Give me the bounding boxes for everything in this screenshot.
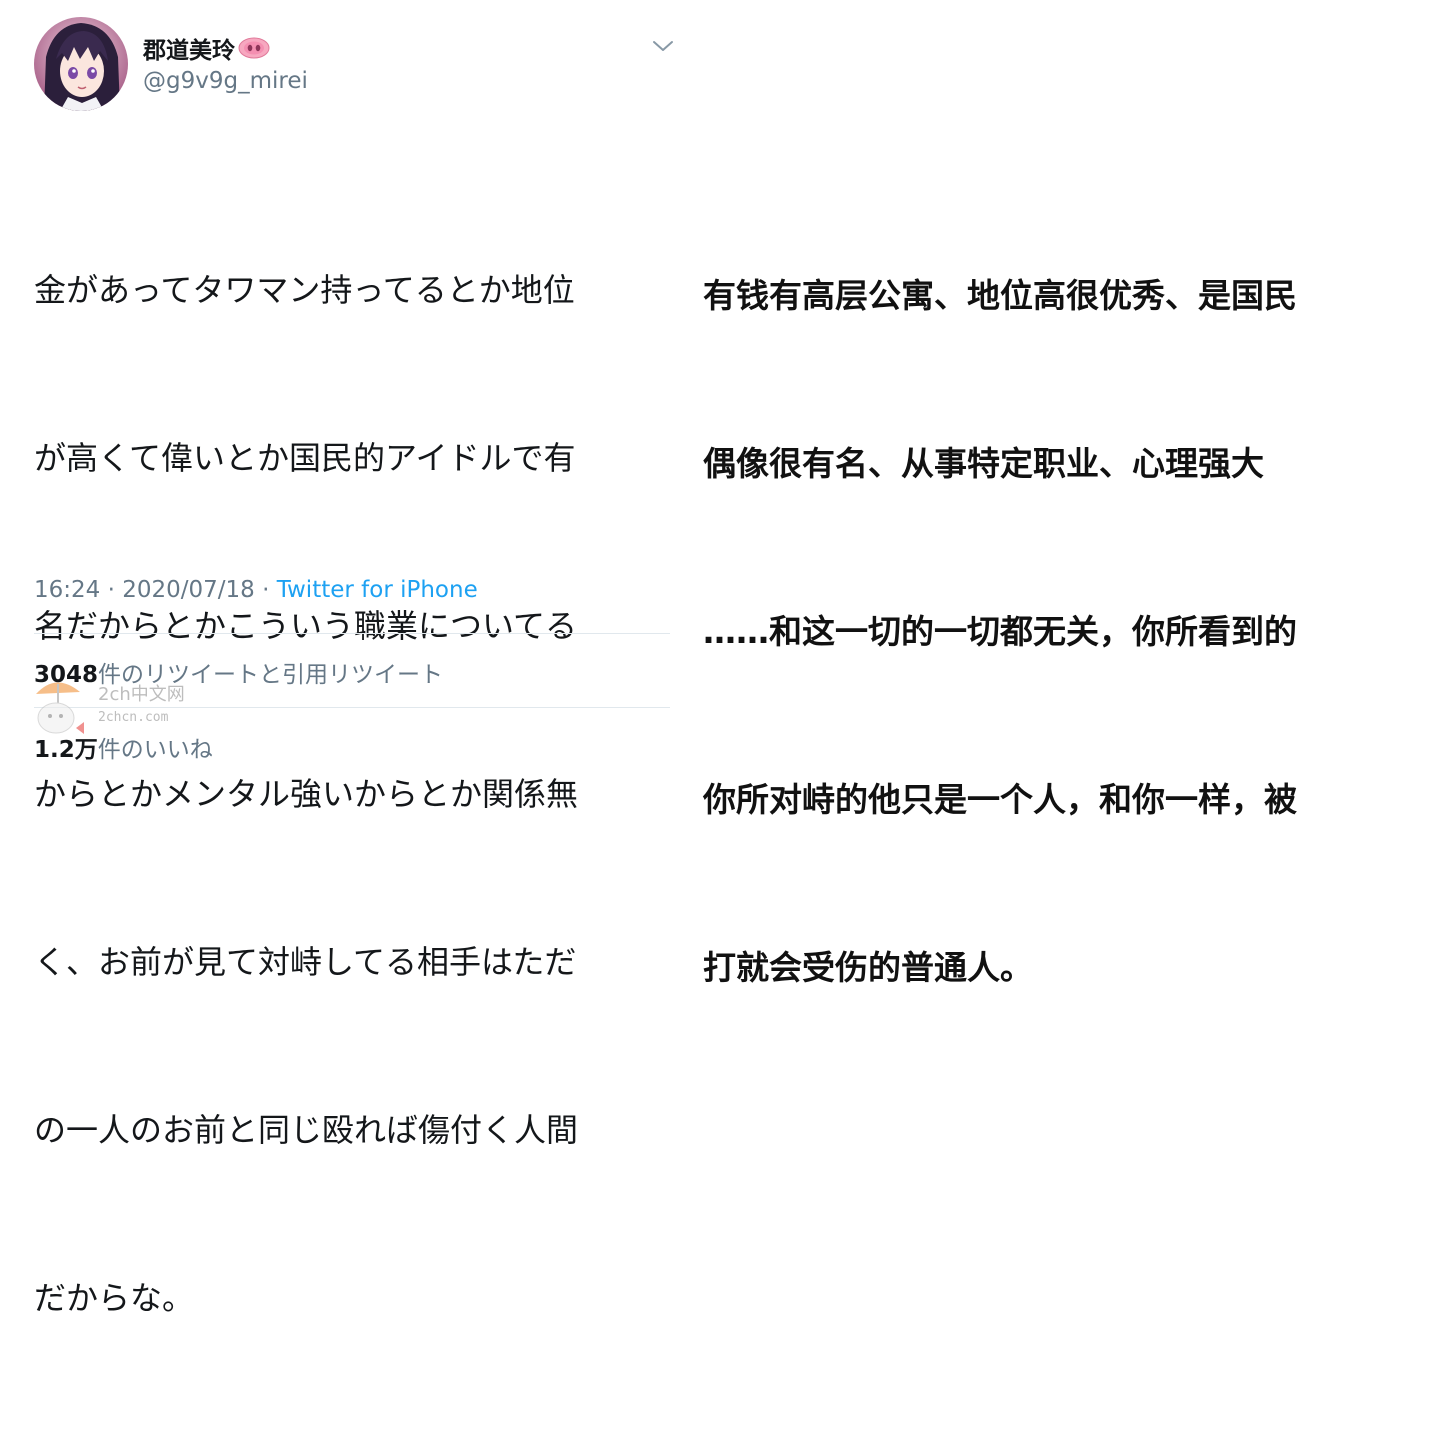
- tweet-time[interactable]: 16:24: [34, 577, 100, 603]
- user-handle[interactable]: @g9v9g_mirei: [143, 68, 308, 94]
- avatar-image: [34, 17, 128, 111]
- tweet-text-line: からとかメンタル強いからとか関係無: [34, 775, 579, 813]
- translation-line: 偶像很有名、从事特定职业、心理强大: [703, 444, 1264, 483]
- tweet-card: 郡道美玲 @g9v9g_mirei 金があってタワマン持ってるとか地位 が高くて…: [0, 0, 690, 1317]
- tweet-text-line: 金があってタワマン持ってるとか地位: [34, 271, 575, 309]
- display-name-text: 郡道美玲: [143, 38, 235, 64]
- translation-line: 有钱有高层公寓、地位高很优秀、是国民: [703, 276, 1297, 315]
- tweet-text-line: の一人のお前と同じ殴れば傷付く人間: [34, 1111, 579, 1149]
- tweet-text-line: く、お前が見て対峙してる相手はただ: [34, 943, 577, 981]
- tweet-text-line: 名だからとかこういう職業についてる: [34, 607, 578, 645]
- divider: [34, 633, 670, 634]
- tweet-meta: 16:24 · 2020/07/18 · Twitter for iPhone: [34, 577, 478, 603]
- watermark-text: 2ch中文网: [98, 684, 185, 705]
- watermark: 2ch中文网 2chcn.com: [30, 672, 200, 742]
- tweet-source-link[interactable]: Twitter for iPhone: [277, 577, 478, 603]
- meta-separator: ·: [254, 577, 277, 603]
- translation-line: 你所对峙的他只是一个人，和你一样，被: [703, 780, 1297, 819]
- chevron-down-icon[interactable]: [651, 38, 675, 54]
- tweet-text-line: だからな。: [34, 1279, 195, 1317]
- tweet-text: 金があってタワマン持ってるとか地位 が高くて偉いとか国民的アイドルで有 名だから…: [34, 150, 674, 1438]
- pig-nose-emoji-icon: [238, 36, 270, 60]
- translation-line: 打就会受伤的普通人。: [703, 948, 1033, 987]
- display-name[interactable]: 郡道美玲: [143, 31, 270, 65]
- translation-line: ……和这一切的一切都无关，你所看到的: [703, 612, 1297, 651]
- watermark-url: 2chcn.com: [98, 710, 169, 725]
- avatar[interactable]: [34, 17, 128, 111]
- chinese-translation: 有钱有高层公寓、地位高很优秀、是国民 偶像很有名、从事特定职业、心理强大 ……和…: [703, 156, 1403, 1052]
- tweet-text-line: が高くて偉いとか国民的アイドルで有: [34, 439, 576, 477]
- watermark-mascot-icon: [36, 682, 84, 734]
- tweet-date[interactable]: 2020/07/18: [122, 577, 255, 603]
- meta-separator: ·: [100, 577, 123, 603]
